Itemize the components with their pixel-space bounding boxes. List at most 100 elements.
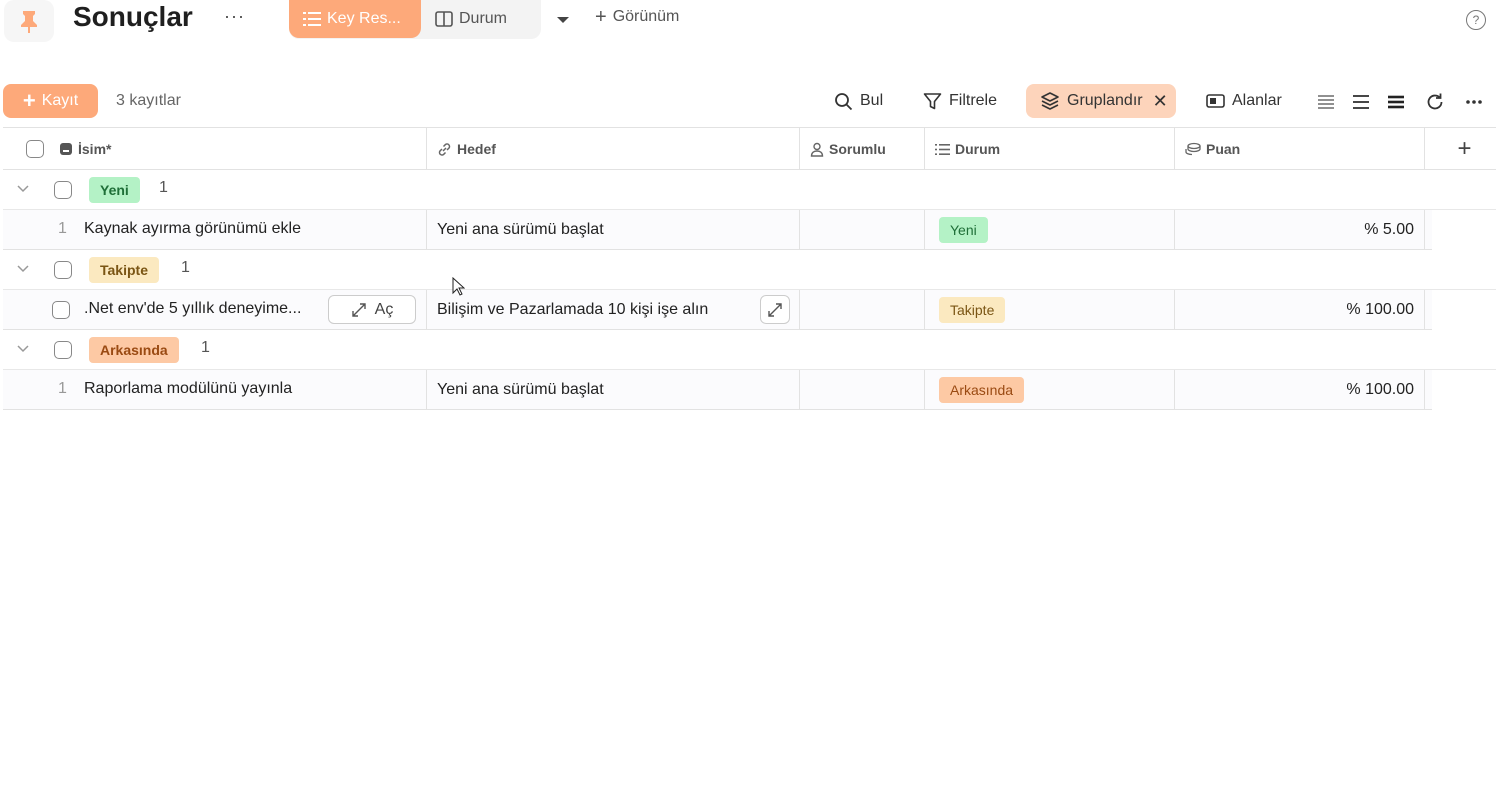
column-label: İsim* [78,141,112,157]
cell-name[interactable]: 1 Kaynak ayırma görünümü ekle [3,210,427,249]
fields-label: Alanlar [1232,92,1282,109]
add-record-button[interactable]: + Kayıt [3,84,98,118]
record-name: Kaynak ayırma görünümü ekle [84,220,301,237]
open-record-button[interactable]: Aç [328,295,416,324]
chevron-down-icon[interactable] [16,261,30,275]
table-row[interactable]: 1 Kaynak ayırma görünümü ekle Yeni ana s… [3,210,1432,250]
cell-score[interactable]: % 100.00 [1175,290,1425,329]
cell-score[interactable]: % 5.00 [1175,210,1425,249]
plus-icon: + [22,88,36,113]
expand-cell-button[interactable] [760,295,790,324]
list-icon [303,12,321,26]
column-header-status[interactable]: Durum [925,128,1175,170]
expand-icon [768,302,782,317]
column-header-goal[interactable]: Hedef [427,128,800,170]
group-count: 1 [181,259,190,276]
find-button[interactable]: Bul [834,84,883,118]
view-tab-label: Key Res... [327,10,401,27]
record-count: 3 kayıtlar [116,92,181,109]
close-icon[interactable]: ✕ [1153,91,1168,112]
goal-link[interactable]: Bilişim ve Pazarlamada 10 kişi işe alın [437,301,708,319]
group-header-yeni[interactable]: Yeni 1 [3,170,1496,210]
chevron-down-icon[interactable] [16,181,30,195]
add-record-label: Kayıt [41,92,79,109]
fields-button[interactable]: Alanlar [1206,84,1282,118]
cell-goal[interactable]: Yeni ana sürümü başlat [427,210,800,249]
column-label: Puan [1206,141,1241,157]
row-checkbox[interactable] [52,301,70,319]
view-switcher: Key Res... Durum [289,0,541,39]
record-name: Raporlama modülünü yayınla [84,380,293,397]
cell-owner[interactable] [800,370,925,409]
pin-icon[interactable] [4,0,54,42]
column-header-owner[interactable]: Sorumlu [800,128,925,170]
cell-name[interactable]: .Net env'de 5 yıllık deneyime... Aç [3,290,427,329]
group-checkbox[interactable] [54,261,72,279]
column-label: Durum [955,141,1001,157]
user-icon [810,142,824,157]
row-number: 1 [58,220,67,237]
add-column-button[interactable]: + [1433,128,1496,170]
status-badge: Arkasında [89,337,179,363]
open-label: Aç [374,300,394,318]
add-view-button[interactable]: + Görünüm [595,6,680,28]
row-height-tall-icon[interactable] [1385,91,1407,113]
cell-name[interactable]: 1 Raporlama modülünü yayınla [3,370,427,409]
group-count: 1 [159,179,168,196]
group-checkbox[interactable] [54,341,72,359]
layers-icon [1041,91,1059,110]
cell-score[interactable]: % 100.00 [1175,370,1425,409]
cell-status[interactable]: Takipte [925,290,1175,329]
view-tab-key-results[interactable]: Key Res... [289,0,421,38]
add-view-label: Görünüm [612,8,680,25]
group-button[interactable]: Gruplandır ✕ [1026,84,1176,118]
filter-icon [923,92,942,109]
goal-link[interactable]: Yeni ana sürümü başlat [437,381,604,399]
chevron-down-icon[interactable] [556,12,570,29]
cell-status[interactable]: Arkasında [925,370,1175,409]
column-header-score[interactable]: Puan [1175,128,1425,170]
record-name: .Net env'de 5 yıllık deneyime... [84,300,302,317]
select-all-checkbox[interactable] [26,140,44,158]
group-checkbox[interactable] [54,181,72,199]
cell-goal[interactable]: Bilişim ve Pazarlamada 10 kişi işe alın [427,290,800,329]
grid-header: İsim* Hedef Sorumlu Durum Puan + [3,127,1496,170]
cell-owner[interactable] [800,210,925,249]
cell-goal[interactable]: Yeni ana sürümü başlat [427,370,800,409]
row-height-medium-icon[interactable] [1350,91,1372,113]
filter-button[interactable]: Filtrele [923,84,997,118]
filter-label: Filtrele [949,92,998,109]
row-number: 1 [58,380,67,397]
more-options-icon[interactable] [1463,91,1485,113]
goal-link[interactable]: Yeni ana sürümü başlat [437,221,604,239]
row-height-short-icon[interactable] [1315,91,1337,113]
table-row[interactable]: 1 Raporlama modülünü yayınla Yeni ana sü… [3,370,1432,410]
search-icon [835,92,853,110]
find-label: Bul [860,92,884,109]
group-label: Gruplandır [1067,92,1143,109]
view-tab-label: Durum [459,10,508,27]
group-header-takipte[interactable]: Takipte 1 [3,250,1496,290]
header: Sonuçlar ··· Key Res... Durum + Görünüm … [0,0,1499,42]
cell-owner[interactable] [800,290,925,329]
toolbar: + Kayıt 3 kayıtlar Bul Filtrele Grupland… [0,84,1499,118]
column-header-name[interactable]: İsim* [3,128,427,170]
fields-icon [1206,94,1225,108]
cell-status[interactable]: Yeni [925,210,1175,249]
view-tab-durum[interactable]: Durum [421,0,521,38]
more-options-icon[interactable]: ··· [224,6,245,27]
chevron-down-icon[interactable] [16,341,30,355]
status-badge: Takipte [939,296,1006,323]
help-icon[interactable]: ? [1466,10,1486,30]
column-label: Sorumlu [829,141,886,157]
status-badge: Yeni [939,216,988,243]
refresh-icon[interactable] [1424,91,1446,113]
table-row[interactable]: .Net env'de 5 yıllık deneyime... Aç Bili… [3,290,1432,330]
list-icon [935,143,950,155]
plus-icon: + [595,6,607,28]
column-label: Hedef [457,141,496,157]
coins-icon [1185,142,1201,156]
group-count: 1 [201,339,210,356]
page-title: Sonuçlar [73,1,193,32]
group-header-arkasinda[interactable]: Arkasında 1 [3,330,1496,370]
